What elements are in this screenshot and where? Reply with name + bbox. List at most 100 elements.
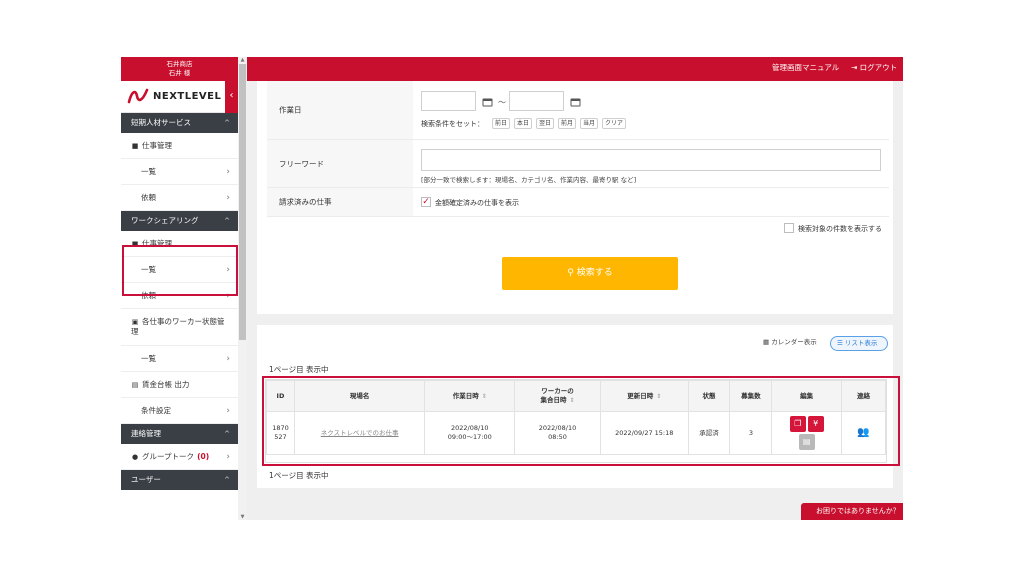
list-view-button[interactable]: ☰ リスト表示 [830, 336, 888, 351]
sidebar-item-worker-list[interactable]: 一覧 › [121, 346, 238, 372]
list-view-label: リスト表示 [844, 339, 878, 347]
date-range-tilde: ～ [498, 98, 506, 107]
page-status-top: 1ページ目 表示中 [269, 365, 329, 374]
check-icon: ✓ [422, 197, 430, 207]
sidebar-item-group-talk[interactable]: ● グループトーク (0) › [121, 444, 238, 470]
help-tab[interactable]: お困りではありませんか？ [801, 503, 903, 520]
section-contact-management[interactable]: 連絡管理 ^ [121, 424, 238, 444]
section-short-term-service[interactable]: 短期人材サービス ^ [121, 113, 238, 133]
condition-set-label: 検索条件をセット： [421, 120, 484, 128]
chevron-right-icon: › [226, 193, 230, 203]
calendar-icon: ▦ [763, 338, 772, 346]
sidebar-item-label: 一覧 [141, 167, 156, 176]
scroll-thumb[interactable] [239, 64, 246, 340]
billed-checkbox-label: 金額確定済みの仕事を表示 [435, 199, 519, 207]
sidebar-item-job-management: ■ 仕事管理 [121, 133, 238, 159]
sidebar-item-request[interactable]: 依頼 › [121, 185, 238, 211]
show-count-label: 検索対象の件数を表示する [798, 225, 882, 233]
company-name: 石井商店 [166, 60, 193, 68]
manual-link[interactable]: 管理画面マニュアル [772, 57, 839, 79]
section-title: ワークシェアリング [131, 216, 199, 225]
sidebar-collapse-button[interactable]: ‹ [225, 81, 238, 113]
search-button[interactable]: ⚲ 検索する [502, 257, 678, 290]
users-icon: ● [131, 453, 139, 461]
sidebar-item-label: 賃金台帳 出力 [142, 380, 190, 389]
search-button-label: 検索する [576, 268, 613, 278]
checklist-icon: ▣ [131, 318, 139, 326]
clipboard-icon: ■ [131, 142, 139, 150]
nextlevel-logo-icon [127, 88, 149, 104]
date-to-input[interactable] [509, 91, 564, 111]
document-icon: ▤ [131, 381, 139, 389]
chip-today[interactable]: 本日 [514, 118, 533, 129]
chevron-up-icon: ^ [224, 217, 230, 225]
topbar: 管理画面マニュアル ⇥ ログアウト [247, 57, 903, 81]
logo-text: NEXTLEVEL [153, 91, 222, 102]
scroll-up-icon[interactable]: ▲ [239, 57, 246, 63]
section-title: 連絡管理 [131, 429, 161, 438]
chevron-up-icon: ^ [224, 119, 230, 127]
billed-checkbox[interactable]: ✓ [421, 197, 431, 207]
sidebar-item-label: 依頼 [141, 193, 156, 202]
chip-next-day[interactable]: 翌日 [536, 118, 555, 129]
search-icon: ⚲ [567, 268, 577, 278]
chevron-up-icon: ^ [224, 476, 230, 484]
sidebar-item-wage-ledger[interactable]: ▤ 賃金台帳 出力 [121, 372, 238, 398]
work-date-label: 作業日 [267, 81, 413, 139]
chip-previous-day[interactable]: 前日 [492, 118, 511, 129]
sidebar-item-label: 条件設定 [141, 406, 171, 415]
freeword-input[interactable] [421, 149, 881, 171]
show-count-checkbox[interactable] [784, 223, 794, 233]
sidebar-item-label: 各仕事のワーカー状態管理 [131, 317, 225, 336]
chip-this-month[interactable]: 当月 [580, 118, 599, 129]
calendar-icon[interactable] [482, 97, 493, 107]
date-from-input[interactable] [421, 91, 476, 111]
calendar-view-label: カレンダー表示 [771, 338, 817, 346]
sidebar-item-label: 仕事管理 [142, 141, 172, 150]
sidebar-scrollbar[interactable]: ▲ ▼ [238, 57, 247, 520]
chevron-up-icon: ^ [224, 430, 230, 438]
user-name: 石井 様 [168, 69, 191, 77]
app-window: 石井商店 石井 様 NEXTLEVEL ‹ 短期人材サービス ^ ■ 仕事管理 一… [121, 57, 903, 520]
user-box: 石井商店 石井 様 [121, 57, 238, 81]
logout-label: ログアウト [859, 63, 898, 72]
logout-icon: ⇥ [851, 63, 860, 72]
sidebar: 石井商店 石井 様 NEXTLEVEL ‹ 短期人材サービス ^ ■ 仕事管理 一… [121, 57, 238, 520]
section-title: 短期人材サービス [131, 118, 191, 127]
view-toggle: ▦ カレンダー表示 ☰ リスト表示 [757, 336, 889, 351]
main-content: 作業日 ～ 検索条件をセット： 前日 本日 翌日 前月 当月 クリア フリーワー… [247, 81, 903, 520]
group-talk-count: (0) [197, 452, 210, 461]
logout-link[interactable]: ⇥ ログアウト [851, 57, 897, 79]
calendar-icon[interactable] [570, 97, 581, 107]
calendar-view-button[interactable]: ▦ カレンダー表示 [757, 336, 827, 351]
chevron-right-icon: › [226, 354, 230, 364]
section-work-sharing[interactable]: ワークシェアリング ^ [121, 211, 238, 231]
chevron-right-icon: › [226, 452, 230, 462]
chevron-right-icon: › [226, 406, 230, 416]
chip-clear[interactable]: クリア [602, 118, 627, 129]
chip-previous-month[interactable]: 前月 [558, 118, 577, 129]
chevron-right-icon: › [226, 167, 230, 177]
section-user[interactable]: ユーザー ^ [121, 470, 238, 490]
search-panel: 作業日 ～ 検索条件をセット： 前日 本日 翌日 前月 当月 クリア フリーワー… [257, 81, 893, 314]
list-icon: ☰ [837, 339, 845, 347]
results-panel: ▦ カレンダー表示 ☰ リスト表示 1ページ目 表示中 ID 現場名 作業日時 ⇕… [257, 325, 900, 488]
freeword-hint: [部分一致で検索します：現場名、カテゴリ名、作業内容、最寄り駅 など] [421, 176, 637, 184]
freeword-label: フリーワード [267, 140, 413, 187]
sidebar-item-label: 一覧 [141, 354, 156, 363]
section-title: ユーザー [131, 475, 161, 484]
sidebar-item-list[interactable]: 一覧 › [121, 159, 238, 185]
sidebar-item-conditions[interactable]: 条件設定 › [121, 398, 238, 424]
sidebar-item-worker-status: ▣ 各仕事のワーカー状態管理 [121, 309, 238, 346]
scroll-down-icon[interactable]: ▼ [239, 514, 246, 520]
row-freeword: フリーワード [部分一致で検索します：現場名、カテゴリ名、作業内容、最寄り駅 な… [267, 140, 889, 188]
row-billed: 請求済みの仕事 ✓ 金額確定済みの仕事を表示 [267, 188, 889, 217]
highlight-box-sidebar [122, 245, 238, 296]
logo-row: NEXTLEVEL ‹ [121, 81, 238, 113]
page-status-bottom: 1ページ目 表示中 [269, 471, 329, 480]
chevron-left-icon: ‹ [229, 90, 234, 101]
row-work-date: 作業日 ～ 検索条件をセット： 前日 本日 翌日 前月 当月 クリア [267, 81, 889, 140]
highlight-box-table [262, 376, 900, 466]
sidebar-item-label: グループトーク [142, 452, 195, 461]
billed-label: 請求済みの仕事 [267, 188, 413, 216]
